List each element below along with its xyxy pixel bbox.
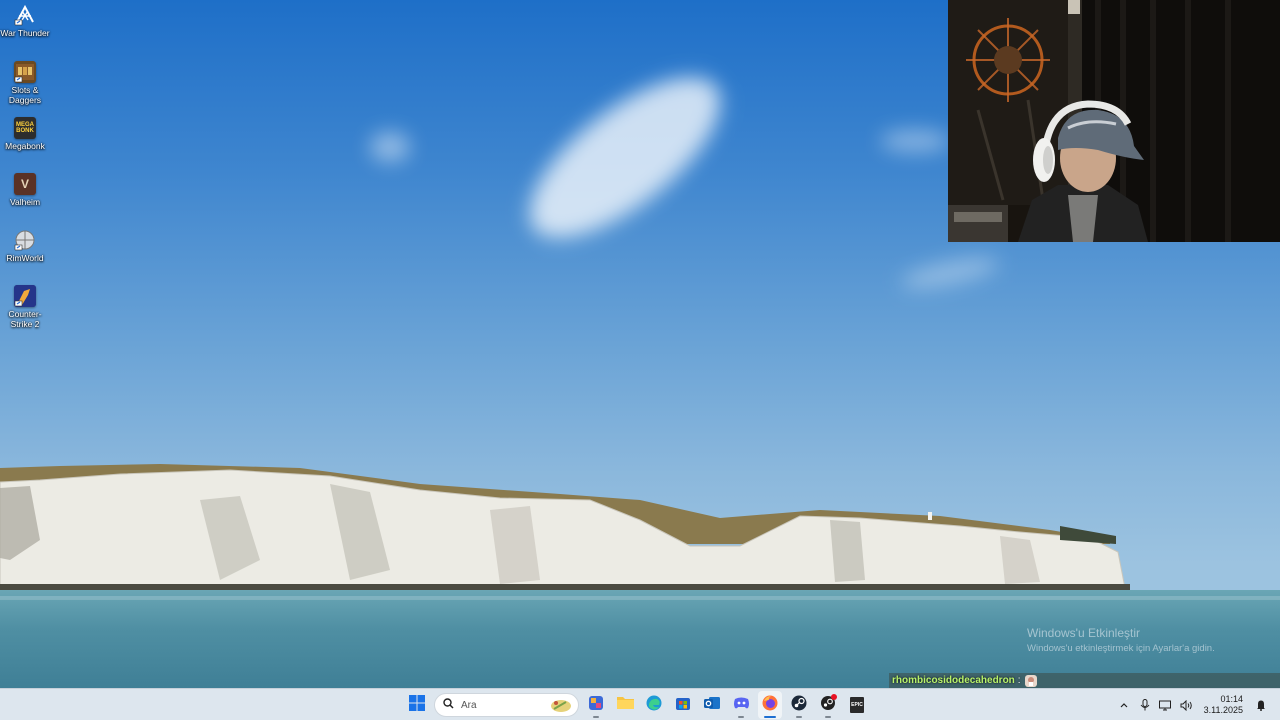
folder-icon xyxy=(616,695,634,715)
desktop-icon-label: Megabonk xyxy=(5,141,45,151)
chat-username: rhombicosidodecahedron xyxy=(892,675,1015,686)
taskbar-search[interactable]: Ara xyxy=(434,693,579,717)
start-button[interactable] xyxy=(405,691,429,719)
white-cliffs xyxy=(0,464,1130,591)
megabonk-icon: MEGA BONK xyxy=(14,117,36,139)
taskbar-widgets-button[interactable] xyxy=(584,691,608,719)
windows-activation-watermark: Windows'u Etkinleştir Windows'u etkinleş… xyxy=(1027,626,1215,654)
taskbar-edge-button[interactable] xyxy=(642,691,666,719)
search-icon xyxy=(443,696,454,714)
taskbar-store-button[interactable] xyxy=(671,691,695,719)
desktop-icon-valheim[interactable]: V Valheim xyxy=(0,173,50,207)
taskbar-center: Ara EPIC xyxy=(405,689,869,720)
war-thunder-icon xyxy=(14,4,36,26)
notification-bell-icon[interactable] xyxy=(1252,696,1270,714)
edge-icon xyxy=(646,695,662,716)
store-icon xyxy=(675,695,691,716)
taskbar-clock[interactable]: 01:14 3.11.2025 xyxy=(1204,694,1243,716)
desktop-icon-label: Slots & Daggers xyxy=(8,85,42,105)
search-placeholder: Ara xyxy=(461,699,477,711)
webcam-overlay xyxy=(948,0,1280,242)
webcam-feed xyxy=(948,0,1280,242)
emote-icon xyxy=(1024,674,1037,687)
outlook-icon xyxy=(704,695,720,716)
desktop-icon-war-thunder[interactable]: War Thunder xyxy=(0,4,50,38)
firefox-icon xyxy=(762,695,778,716)
chevron-up-icon[interactable] xyxy=(1115,696,1133,714)
watermark-subtitle: Windows'u etkinleştirmek için Ayarlar'a … xyxy=(1027,643,1215,654)
steam-icon xyxy=(791,695,807,716)
taskbar-file-explorer-button[interactable] xyxy=(613,691,637,719)
taskbar-epic-games-button[interactable]: EPIC xyxy=(845,691,869,719)
slots-daggers-icon xyxy=(14,61,36,83)
taskbar-discord-button[interactable] xyxy=(729,691,753,719)
volume-icon[interactable] xyxy=(1178,696,1196,714)
rimworld-icon xyxy=(14,229,36,251)
counter-strike-2-icon xyxy=(14,285,36,307)
desktop-icon-slots-daggers[interactable]: Slots & Daggers xyxy=(0,61,50,105)
taskbar-steam-button[interactable] xyxy=(787,691,811,719)
clock-date: 3.11.2025 xyxy=(1203,705,1243,715)
clock-time: 01:14 xyxy=(1220,694,1243,704)
search-highlight-icon xyxy=(548,697,572,714)
cloud xyxy=(880,130,950,152)
taskbar-steam-alt-button[interactable] xyxy=(816,691,840,719)
desktop-icon-label: Valheim xyxy=(9,197,41,207)
watermark-title: Windows'u Etkinleştir xyxy=(1027,626,1140,640)
network-icon[interactable] xyxy=(1157,696,1175,714)
epic-games-icon: EPIC xyxy=(850,697,864,713)
microphone-icon[interactable] xyxy=(1136,696,1154,714)
taskbar: Ara EPIC 01:14 3.11.2025 xyxy=(0,688,1280,720)
desktop-icon-rimworld[interactable]: RimWorld xyxy=(0,229,50,263)
taskbar-firefox-button[interactable] xyxy=(758,691,782,719)
taskbar-outlook-button[interactable] xyxy=(700,691,724,719)
cloud xyxy=(898,251,1002,295)
desktop-icon-label: Counter-Strike 2 xyxy=(8,309,42,329)
system-tray: 01:14 3.11.2025 xyxy=(1112,689,1270,720)
desktop-icon-label: RimWorld xyxy=(6,253,44,263)
copilot-icon xyxy=(588,695,604,716)
desktop-icon-label: War Thunder xyxy=(0,28,50,38)
cloud xyxy=(505,49,745,266)
valheim-icon: V xyxy=(14,173,36,195)
chat-separator: : xyxy=(1017,675,1021,686)
chat-overlay: rhombicosidodecahedron : xyxy=(889,673,1280,688)
steam-notification-icon xyxy=(820,694,837,716)
desktop-icon-megabonk[interactable]: MEGA BONK Megabonk xyxy=(0,117,50,151)
desktop-icon-counter-strike-2[interactable]: Counter-Strike 2 xyxy=(0,285,50,329)
windows-logo-icon xyxy=(409,694,425,716)
discord-icon xyxy=(733,696,750,715)
cloud xyxy=(370,132,410,162)
